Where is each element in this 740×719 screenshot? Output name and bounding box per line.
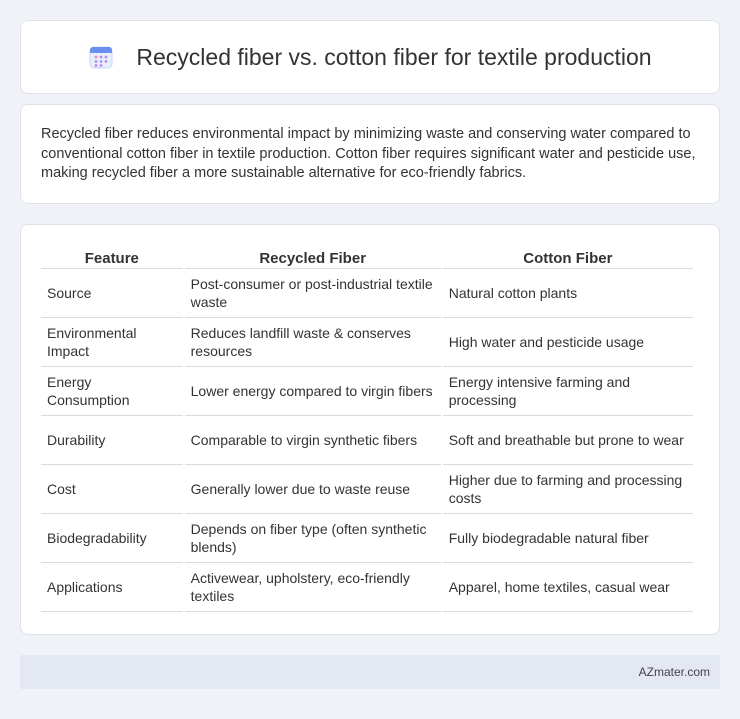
feature-cell: Cost bbox=[41, 465, 183, 514]
footer-bar: AZmater.com bbox=[20, 655, 720, 689]
table-row: Energy Consumption Lower energy compared… bbox=[41, 367, 693, 416]
table-row: Source Post-consumer or post-industrial … bbox=[41, 269, 693, 318]
cotton-cell: Higher due to farming and processing cos… bbox=[442, 465, 693, 514]
table-row: Environmental Impact Reduces landfill wa… bbox=[41, 318, 693, 367]
column-header-feature: Feature bbox=[41, 245, 183, 269]
summary-text: Recycled fiber reduces environmental imp… bbox=[41, 126, 696, 181]
cotton-cell: High water and pesticide usage bbox=[442, 318, 693, 367]
table-row: Durability Comparable to virgin syntheti… bbox=[41, 416, 693, 465]
recycled-cell: Depends on fiber type (often synthetic b… bbox=[184, 514, 441, 563]
feature-cell: Biodegradability bbox=[41, 514, 183, 563]
cotton-cell: Apparel, home textiles, casual wear bbox=[442, 563, 693, 612]
page-title: Recycled fiber vs. cotton fiber for text… bbox=[136, 43, 652, 70]
recycled-cell: Post-consumer or post-industrial textile… bbox=[184, 269, 441, 318]
table-row: Biodegradability Depends on fiber type (… bbox=[41, 514, 693, 563]
feature-cell: Environmental Impact bbox=[41, 318, 183, 367]
cotton-cell: Fully biodegradable natural fiber bbox=[442, 514, 693, 563]
table-row: Cost Generally lower due to waste reuse … bbox=[41, 465, 693, 514]
summary-card: Recycled fiber reduces environmental imp… bbox=[20, 104, 720, 204]
cotton-cell: Energy intensive farming and processing bbox=[442, 367, 693, 416]
title-bar: Recycled fiber vs. cotton fiber for text… bbox=[21, 21, 719, 93]
feature-cell: Applications bbox=[41, 563, 183, 612]
recycled-cell: Lower energy compared to virgin fibers bbox=[184, 367, 441, 416]
title-card: Recycled fiber vs. cotton fiber for text… bbox=[20, 20, 720, 94]
column-header-recycled-fiber: Recycled Fiber bbox=[184, 245, 441, 269]
recycled-cell: Reduces landfill waste & conserves resou… bbox=[184, 318, 441, 367]
recycled-cell: Generally lower due to waste reuse bbox=[184, 465, 441, 514]
calendar-icon bbox=[89, 46, 113, 69]
feature-cell: Durability bbox=[41, 416, 183, 465]
table-row: Applications Activewear, upholstery, eco… bbox=[41, 563, 693, 612]
recycled-cell: Activewear, upholstery, eco-friendly tex… bbox=[184, 563, 441, 612]
cotton-cell: Natural cotton plants bbox=[442, 269, 693, 318]
table-header-row: Feature Recycled Fiber Cotton Fiber bbox=[41, 245, 693, 269]
comparison-card: Feature Recycled Fiber Cotton Fiber Sour… bbox=[20, 224, 720, 635]
footer-brand[interactable]: AZmater.com bbox=[639, 665, 710, 679]
recycled-cell: Comparable to virgin synthetic fibers bbox=[184, 416, 441, 465]
feature-cell: Source bbox=[41, 269, 183, 318]
cotton-cell: Soft and breathable but prone to wear bbox=[442, 416, 693, 465]
feature-cell: Energy Consumption bbox=[41, 367, 183, 416]
column-header-cotton-fiber: Cotton Fiber bbox=[442, 245, 693, 269]
comparison-table: Feature Recycled Fiber Cotton Fiber Sour… bbox=[39, 245, 695, 612]
